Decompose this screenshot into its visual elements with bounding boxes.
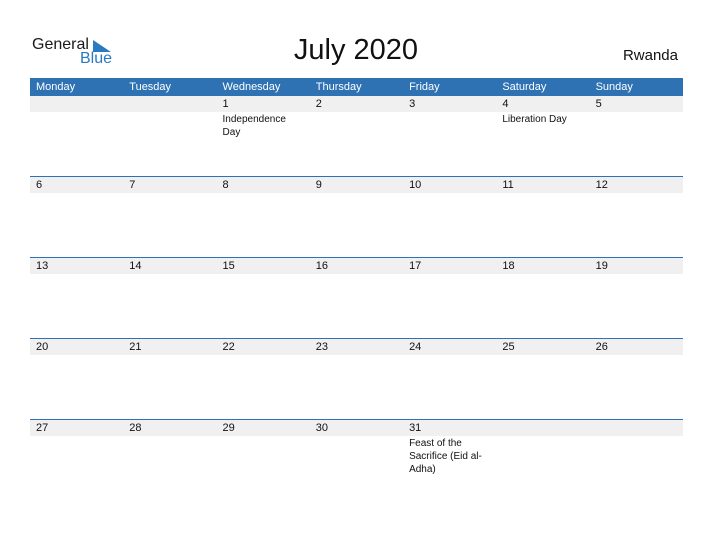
event-strip: [30, 193, 683, 194]
holiday-label: [310, 436, 403, 476]
holiday-label: Feast of the Sacrifice (Eid al-Adha): [409, 438, 482, 475]
date-strip: 6 7 8 9 10 11 12: [30, 177, 683, 193]
day-number: 12: [595, 179, 608, 191]
holiday-label: [217, 355, 310, 356]
holiday-label: [496, 274, 589, 275]
date-strip: 1 2 3 4 5: [30, 96, 683, 112]
day-number: 13: [36, 260, 49, 272]
holiday-label: [123, 436, 216, 476]
day-number: 6: [36, 179, 43, 191]
event-strip: Independence Day Liberation Day: [30, 112, 683, 139]
day-number: 17: [409, 260, 422, 272]
day-number: 4: [502, 98, 509, 110]
holiday-label: [217, 436, 310, 476]
day-number: 11: [502, 179, 514, 191]
day-number: 3: [409, 98, 416, 110]
day-number: 8: [222, 179, 229, 191]
holiday-label: [310, 112, 403, 139]
country-label: Rwanda: [622, 47, 678, 64]
holiday-label: [30, 355, 123, 356]
holiday-label: [123, 193, 216, 194]
holiday-label: [217, 274, 310, 275]
day-number: 5: [595, 98, 602, 110]
day-number: 7: [129, 179, 136, 191]
holiday-label: [496, 193, 589, 194]
page-title: July 2020: [293, 34, 419, 66]
day-number: [123, 96, 216, 112]
weekday-header: Monday Tuesday Wednesday Thursday Friday…: [30, 78, 683, 96]
day-number: 25: [502, 341, 515, 353]
calendar-grid: Monday Tuesday Wednesday Thursday Friday…: [30, 78, 683, 500]
day-number: 30: [315, 422, 329, 434]
holiday-label: Independence Day: [222, 114, 286, 138]
week-row: 20 21 22 23 24 25 26: [30, 338, 683, 419]
date-strip: 20 21 22 23 24 25 26: [30, 339, 683, 355]
day-number: 27: [36, 422, 49, 434]
day-number: 23: [315, 341, 329, 353]
weekday-label: Sunday: [595, 81, 633, 93]
day-number: 21: [129, 341, 142, 353]
day-number: [30, 96, 123, 112]
week-row: 13 14 15 16 17 18 19: [30, 257, 683, 338]
event-strip: [30, 355, 683, 356]
holiday-label: [403, 274, 496, 275]
holiday-label: [123, 112, 216, 139]
week-row: 27 28 29 30 31 Feast of the Sacrifice (Eid al…: [30, 419, 683, 500]
event-strip: [30, 274, 683, 275]
holiday-label: [30, 193, 123, 194]
week-row: 1 2 3 4 5 Independence Day Liberation Day: [30, 96, 683, 176]
day-number: [590, 420, 683, 436]
holiday-label: [590, 193, 683, 194]
day-number: 22: [222, 341, 235, 353]
day-number: 9: [315, 179, 322, 191]
holiday-label: [30, 112, 123, 139]
holiday-label: [590, 436, 683, 476]
holiday-label: [496, 436, 589, 476]
holiday-label: [30, 436, 123, 476]
holiday-label: [590, 274, 683, 275]
day-number: [496, 420, 589, 436]
day-number: 1: [222, 98, 229, 110]
holiday-label: [30, 274, 123, 275]
weekday-label: Friday: [409, 81, 440, 93]
weekday-label: Saturday: [502, 81, 547, 93]
holiday-label: [590, 112, 683, 139]
weekday-label: Monday: [36, 81, 76, 93]
day-number: 28: [129, 422, 142, 434]
day-number: 16: [315, 260, 329, 272]
day-number: 20: [36, 341, 49, 353]
day-number: 18: [502, 260, 515, 272]
holiday-label: [496, 355, 589, 356]
day-number: 24: [409, 341, 422, 353]
holiday-label: Liberation Day: [502, 114, 567, 125]
weekday-label: Thursday: [315, 81, 362, 93]
week-row: 6 7 8 9 10 11 12: [30, 176, 683, 257]
day-number: 26: [595, 341, 608, 353]
holiday-label: [310, 355, 403, 356]
date-strip: 27 28 29 30 31: [30, 420, 683, 436]
date-strip: 13 14 15 16 17 18 19: [30, 258, 683, 274]
day-number: 19: [595, 260, 608, 272]
holiday-label: [123, 274, 216, 275]
holiday-label: [310, 193, 403, 194]
day-number: 2: [315, 98, 322, 110]
holiday-label: [403, 112, 496, 139]
event-strip: Feast of the Sacrifice (Eid al-Adha): [30, 436, 683, 476]
day-number: 29: [222, 422, 235, 434]
holiday-label: [403, 355, 496, 356]
day-number: 31: [409, 422, 422, 434]
holiday-label: [123, 355, 216, 356]
holiday-label: [217, 193, 310, 194]
holiday-label: [310, 274, 403, 275]
day-number: 15: [222, 260, 235, 272]
day-number: 10: [409, 179, 422, 191]
weekday-label: Wednesday: [222, 81, 281, 93]
weekday-label: Tuesday: [129, 81, 172, 93]
holiday-label: [403, 193, 496, 194]
holiday-label: [590, 355, 683, 356]
day-number: 14: [129, 260, 142, 272]
